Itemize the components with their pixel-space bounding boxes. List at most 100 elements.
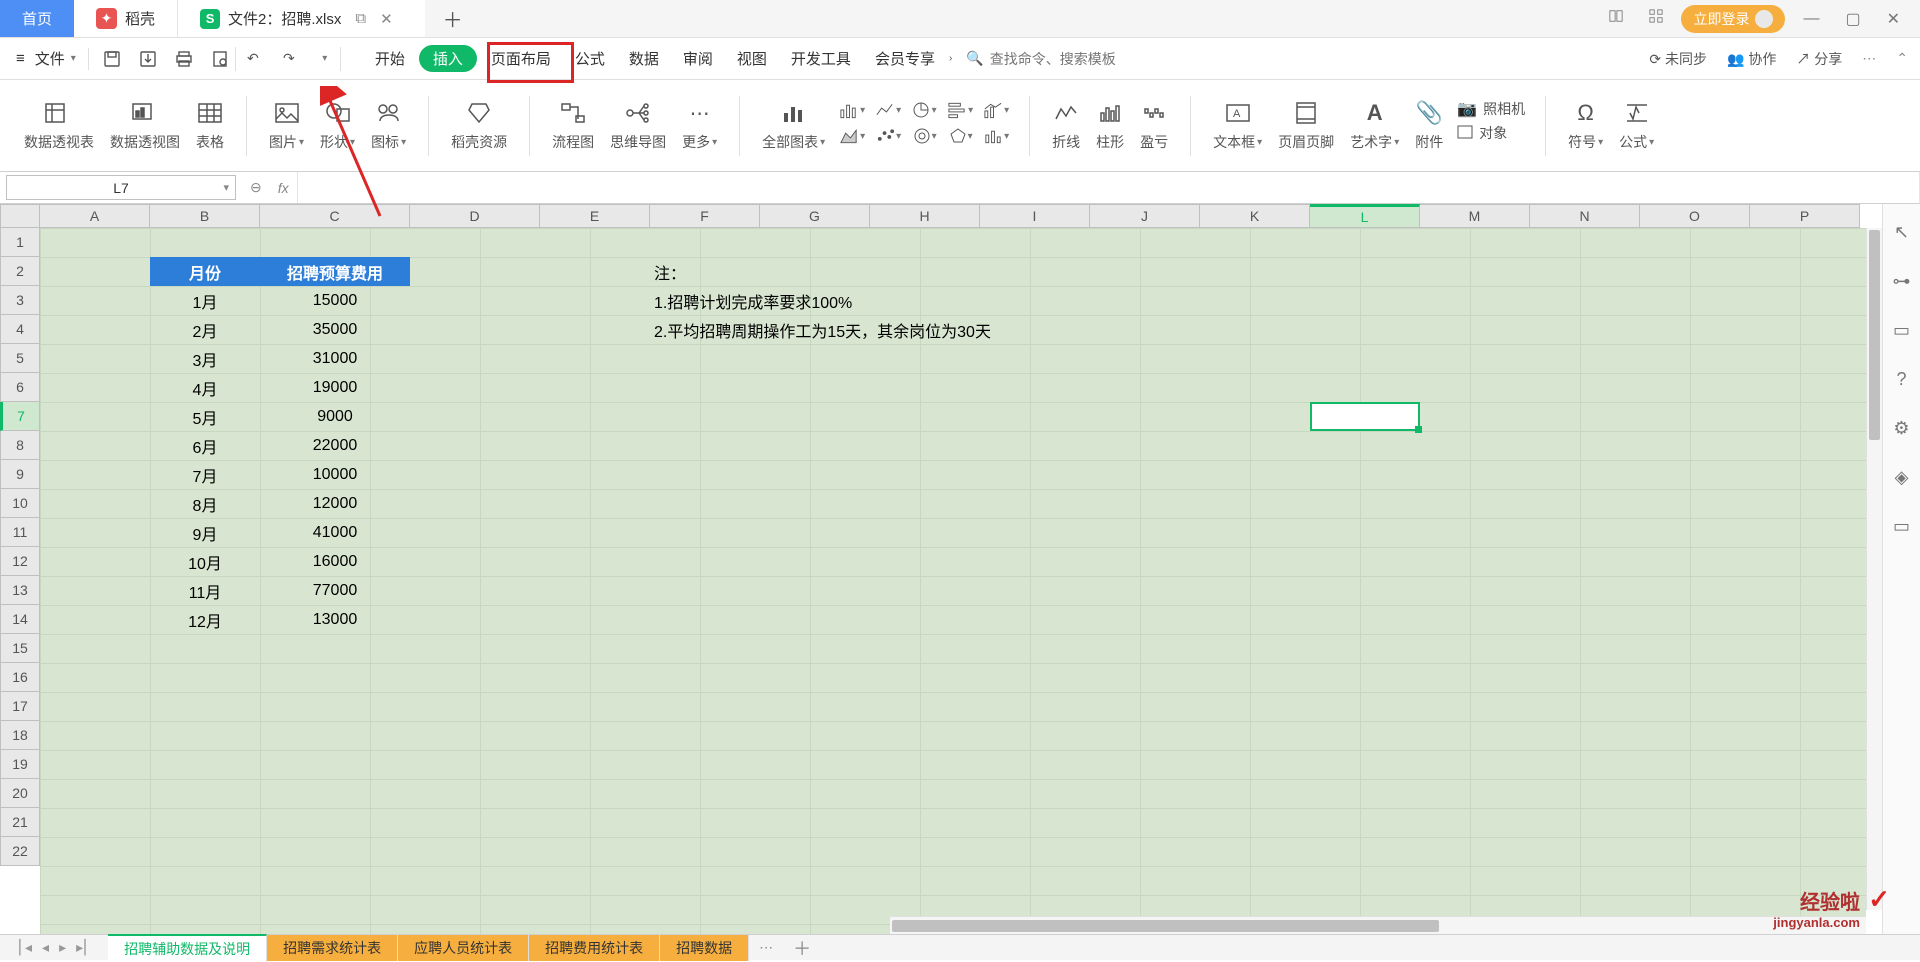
pivot-table-button[interactable]: 数据透视表 [18,95,100,156]
cancel-formula-icon[interactable]: ⊖ [242,179,270,196]
row-header[interactable]: 2 [0,257,40,286]
table-cell[interactable]: 1月 [150,286,260,315]
row-header[interactable]: 8 [0,431,40,460]
quick-access-dropdown[interactable]: ▾ [316,50,334,68]
add-tab-button[interactable]: ＋ [431,4,475,33]
shape-button[interactable]: 形状 ▾ [314,95,361,156]
column-header[interactable]: G [760,204,870,228]
sheet-prev-icon[interactable]: ◂ [42,939,49,956]
row-header[interactable]: 20 [0,779,40,808]
name-box[interactable]: L7 ▾ [6,175,236,200]
camera-button[interactable]: 📷照相机 [1457,99,1525,119]
table-cell[interactable]: 注： [650,257,1090,286]
column-header[interactable]: F [650,204,760,228]
picture-button[interactable]: 图片 ▾ [263,95,310,156]
sheet-next-icon[interactable]: ▸ [59,939,66,956]
menu-tab-member[interactable]: 会员专享 [865,46,945,71]
column-header[interactable]: A [40,204,150,228]
wordart-button[interactable]: A艺术字 ▾ [1344,95,1405,156]
row-header[interactable]: 12 [0,547,40,576]
collapse-ribbon-icon[interactable]: ⌃ [1896,50,1908,67]
column-header[interactable]: H [870,204,980,228]
sheet-first-icon[interactable]: ⎢◂ [18,939,32,956]
print-icon[interactable] [175,50,193,68]
command-search-input[interactable] [990,51,1171,67]
pivot-chart-button[interactable]: 数据透视图 [104,95,186,156]
tab-close-icon[interactable]: ✕ [380,10,393,28]
table-cell[interactable]: 1.招聘计划完成率要求100% [650,286,1200,315]
tab-popout-icon[interactable]: ⧉ [355,10,366,27]
collab-button[interactable]: 👥 协作 [1727,49,1776,69]
table-cell[interactable]: 13000 [260,605,410,634]
table-header-cell[interactable]: 月份 [150,257,260,286]
menu-tab-insert[interactable]: 插入 [419,45,477,72]
bar-chart-icon[interactable]: ▾ [947,99,973,121]
column-header[interactable]: I [980,204,1090,228]
row-header[interactable]: 1 [0,228,40,257]
print-preview-icon[interactable] [211,50,229,68]
layout-icon[interactable] [1601,5,1631,32]
table-cell[interactable]: 9月 [150,518,260,547]
header-footer-button[interactable]: 页眉页脚 [1272,95,1340,156]
robot-icon[interactable]: ⚙ [1893,418,1909,439]
horizontal-scrollbar[interactable] [890,916,1866,934]
expand-panel-icon[interactable]: ▭ [1893,516,1910,537]
menu-tab-dev[interactable]: 开发工具 [781,46,861,71]
column-chart-icon[interactable]: ▾ [839,99,865,121]
window-maximize-button[interactable]: ▢ [1837,5,1868,33]
menu-tab-view[interactable]: 视图 [727,46,777,71]
vertical-scrollbar[interactable] [1866,228,1882,910]
textbox-button[interactable]: A文本框 ▾ [1207,95,1268,156]
column-header[interactable]: D [410,204,540,228]
formula-input[interactable] [297,172,1920,203]
sheet-tab-active[interactable]: 招聘辅助数据及说明 [108,934,267,962]
fx-icon[interactable]: fx [270,180,297,196]
sheet-overflow-icon[interactable]: ⋯ [749,939,783,956]
add-sheet-button[interactable]: ＋ [783,935,821,961]
table-cell[interactable]: 35000 [260,315,410,344]
column-header[interactable]: E [540,204,650,228]
row-header[interactable]: 14 [0,605,40,634]
sync-status[interactable]: ⟳ 未同步 [1649,49,1707,69]
column-header[interactable]: C [260,204,410,228]
settings-sliders-icon[interactable]: ⊶ [1893,271,1911,292]
column-header[interactable]: M [1420,204,1530,228]
home-tab[interactable]: 首页 [0,0,74,37]
row-header[interactable]: 16 [0,663,40,692]
ruler-icon[interactable]: ▭ [1893,320,1910,341]
radar-chart-icon[interactable]: ▾ [947,125,973,147]
apps-icon[interactable] [1641,5,1671,32]
row-header[interactable]: 4 [0,315,40,344]
sparkline-winloss-button[interactable]: 盈亏 [1134,95,1174,156]
row-header[interactable]: 18 [0,721,40,750]
undo-icon[interactable]: ↶ [244,50,262,68]
symbol-button[interactable]: Ω符号 ▾ [1562,95,1609,156]
table-cell[interactable]: 31000 [260,344,410,373]
column-header[interactable]: O [1640,204,1750,228]
window-minimize-button[interactable]: — [1795,6,1827,32]
docer-resource-button[interactable]: 稻壳资源 [445,95,513,156]
row-header[interactable]: 6 [0,373,40,402]
more-button[interactable]: ⋯更多 ▾ [676,95,723,156]
hamburger-icon[interactable]: ≡ [12,50,29,67]
all-charts-button[interactable]: 全部图表 ▾ [756,95,831,156]
column-header[interactable]: B [150,204,260,228]
sparkline-line-button[interactable]: 折线 [1046,95,1086,156]
column-header[interactable]: L [1310,204,1420,228]
table-cell[interactable]: 3月 [150,344,260,373]
sheet-last-icon[interactable]: ▸⎢ [76,939,90,956]
table-cell[interactable]: 7月 [150,460,260,489]
table-cell[interactable]: 8月 [150,489,260,518]
attach-button[interactable]: 📎附件 [1409,95,1449,156]
redo-icon[interactable]: ↷ [280,50,298,68]
share-button[interactable]: ↗ 分享 [1796,49,1842,69]
icon-button[interactable]: 图标 ▾ [365,95,412,156]
sheet-tab-3[interactable]: 应聘人员统计表 [398,935,529,961]
row-header[interactable]: 15 [0,634,40,663]
table-cell[interactable]: 10000 [260,460,410,489]
table-cell[interactable]: 10月 [150,547,260,576]
table-cell[interactable]: 15000 [260,286,410,315]
command-search[interactable]: 🔍 [958,48,1168,69]
row-header[interactable]: 11 [0,518,40,547]
sparkline-bar-button[interactable]: 柱形 [1090,95,1130,156]
